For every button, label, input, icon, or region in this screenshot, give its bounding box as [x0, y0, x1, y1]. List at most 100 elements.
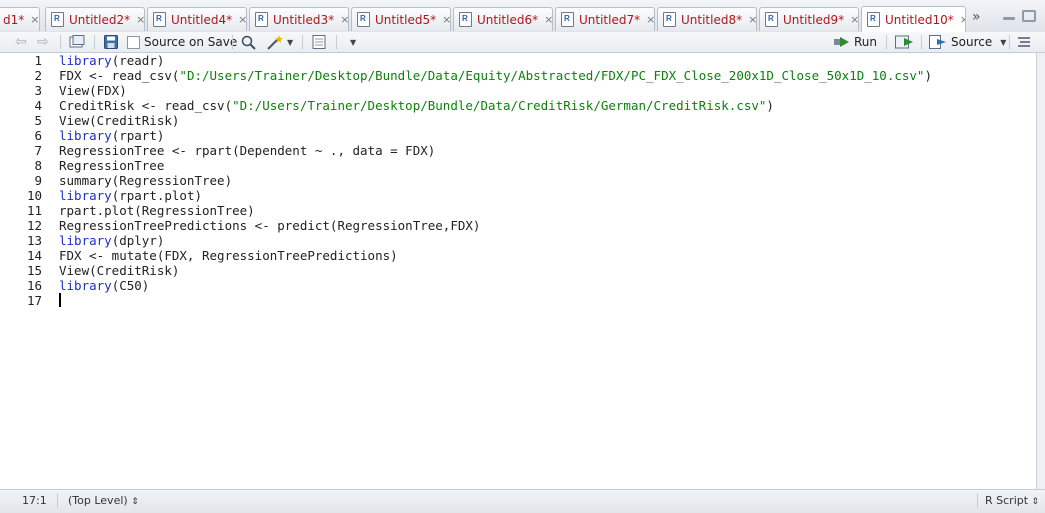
tab-2[interactable]: Untitled2* × [45, 7, 145, 31]
chevron-down-icon[interactable]: ▼ [350, 38, 356, 47]
line-number: 5 [34, 113, 42, 128]
code-line[interactable]: RegressionTreePredictions <- predict(Reg… [59, 218, 480, 233]
code-line[interactable]: library(C50) [59, 278, 149, 293]
tab-9[interactable]: Untitled9* × [759, 7, 859, 31]
code-tools-wand-icon[interactable]: ▼ [266, 34, 293, 50]
code-token: (rpart) [111, 128, 165, 143]
maximize-pane-icon[interactable] [1022, 10, 1036, 22]
tab-label: Untitled3* [273, 12, 335, 27]
code-line[interactable]: library(rpart) [59, 128, 164, 143]
vertical-scrollbar[interactable] [1037, 53, 1045, 489]
line-number: 3 [34, 83, 42, 98]
code-token: library [59, 278, 112, 293]
tab-10[interactable]: Untitled10* × [861, 6, 966, 32]
compile-report-icon[interactable] [312, 34, 326, 50]
scope-label: (Top Level) [68, 494, 128, 507]
status-divider [57, 493, 58, 508]
run-button[interactable]: Run [834, 34, 877, 50]
file-type-selector[interactable]: R Script ⇕ [985, 494, 1039, 507]
minimize-pane-icon[interactable] [1002, 10, 1016, 22]
close-tab-icon[interactable]: × [30, 13, 39, 26]
tab-label: Untitled8* [681, 12, 743, 27]
code-token: "D:/Users/Trainer/Desktop/Bundle/Data/Eq… [179, 68, 925, 83]
code-line[interactable]: library(rpart.plot) [59, 188, 202, 203]
document-outline-icon[interactable] [1017, 34, 1031, 50]
updown-icon: ⇕ [1031, 497, 1040, 507]
code-editor[interactable]: 1 2 3 4 5 6 7 8 9 10 11 12 13 14 15 16 17 library(readr)… [0, 53, 1037, 489]
tab-6[interactable]: Untitled6* × [453, 7, 553, 31]
search-icon[interactable] [241, 34, 256, 50]
file-type-label: R Script [985, 494, 1029, 507]
code-line[interactable]: View(CreditRisk) [59, 263, 179, 278]
r-document-icon [255, 12, 268, 27]
updown-icon: ⇕ [131, 497, 139, 507]
code-line[interactable]: rpart.plot(RegressionTree) [59, 203, 255, 218]
tab-1[interactable]: d1* × [0, 7, 40, 31]
code-line[interactable]: summary(RegressionTree) [59, 173, 232, 188]
close-tab-icon[interactable]: × [544, 13, 552, 26]
code-line[interactable]: CreditRisk <- read_csv("D:/Users/Trainer… [59, 98, 774, 113]
scope-selector[interactable]: (Top Level) ⇕ [68, 494, 139, 507]
re-run-icon[interactable] [895, 34, 915, 50]
close-tab-icon[interactable]: × [748, 13, 756, 26]
options-menu-icon[interactable]: ▼ [347, 34, 356, 50]
checkbox-box[interactable] [127, 35, 140, 49]
run-label: Run [854, 35, 878, 49]
tab-5[interactable]: Untitled5* × [351, 7, 451, 31]
chevron-down-icon[interactable]: ▼ [1000, 38, 1006, 47]
source-button[interactable]: Source ▼ [929, 34, 1006, 50]
code-line[interactable]: View(FDX) [59, 83, 127, 98]
r-document-icon [765, 12, 778, 27]
chevron-down-icon[interactable]: ▼ [287, 38, 293, 47]
code-token: summary(RegressionTree) [59, 173, 233, 188]
close-tab-icon[interactable]: × [850, 13, 858, 26]
r-document-icon [153, 12, 166, 27]
code-token: "D:/Users/Trainer/Desktop/Bundle/Data/Cr… [232, 98, 767, 113]
toolbar-divider [886, 35, 887, 49]
tab-label: d1* [3, 12, 25, 27]
code-line[interactable]: library(dplyr) [59, 233, 164, 248]
code-token: RegressionTreePredictions <- predict(Reg… [59, 218, 481, 233]
close-tab-icon[interactable]: × [340, 13, 348, 26]
close-tab-icon[interactable]: × [960, 13, 965, 26]
tab-7[interactable]: Untitled7* × [555, 7, 655, 31]
line-number: 17 [26, 293, 42, 308]
code-token: FDX <- read_csv( [59, 68, 180, 83]
line-number: 6 [34, 128, 42, 143]
close-tab-icon[interactable]: × [238, 13, 246, 26]
code-line[interactable]: RegressionTree [59, 158, 164, 173]
close-tab-icon[interactable]: × [646, 13, 654, 26]
code-token: (C50) [111, 278, 150, 293]
line-number: 2 [34, 68, 42, 83]
back-arrow-icon[interactable]: ⇦ [15, 34, 27, 50]
toolbar-divider [60, 35, 61, 49]
code-token: View(CreditRisk) [59, 263, 180, 278]
close-tab-icon[interactable]: × [136, 13, 144, 26]
editor-tab-bar: d1*×Untitled2*×Untitled4*×Untitled3*×Unt… [0, 0, 1045, 33]
close-tab-icon[interactable]: × [442, 13, 450, 26]
forward-arrow-icon[interactable]: ⇨ [37, 34, 49, 50]
r-document-icon [561, 12, 574, 27]
save-icon[interactable] [104, 34, 118, 50]
text-cursor [59, 293, 61, 307]
line-number: 7 [34, 143, 42, 158]
tab-3[interactable]: Untitled4* × [147, 7, 247, 31]
tab-4[interactable]: Untitled3* × [249, 7, 349, 31]
code-line[interactable]: RegressionTree <- rpart(Dependent ~ ., d… [59, 143, 435, 158]
show-in-window-icon[interactable] [69, 34, 85, 50]
code-line[interactable]: FDX <- mutate(FDX, RegressionTreePredict… [59, 248, 398, 263]
line-number: 11 [26, 203, 42, 218]
line-number: 14 [26, 248, 42, 263]
tab-8[interactable]: Untitled8* × [657, 7, 757, 31]
code-line[interactable]: FDX <- read_csv("D:/Users/Trainer/Deskto… [59, 68, 932, 83]
tab-overflow-icon[interactable]: » [972, 9, 981, 25]
line-number: 15 [26, 263, 42, 278]
toolbar-divider [921, 35, 922, 49]
editor-status-bar: 17:1 (Top Level) ⇕ R Script ⇕ [0, 489, 1045, 513]
code-line[interactable]: View(CreditRisk) [59, 113, 179, 128]
r-document-icon [459, 12, 472, 27]
source-on-save-checkbox[interactable]: Source on Save [127, 34, 237, 50]
code-line[interactable]: library(readr) [59, 53, 164, 68]
code-token: library [59, 128, 112, 143]
code-token: library [59, 233, 112, 248]
